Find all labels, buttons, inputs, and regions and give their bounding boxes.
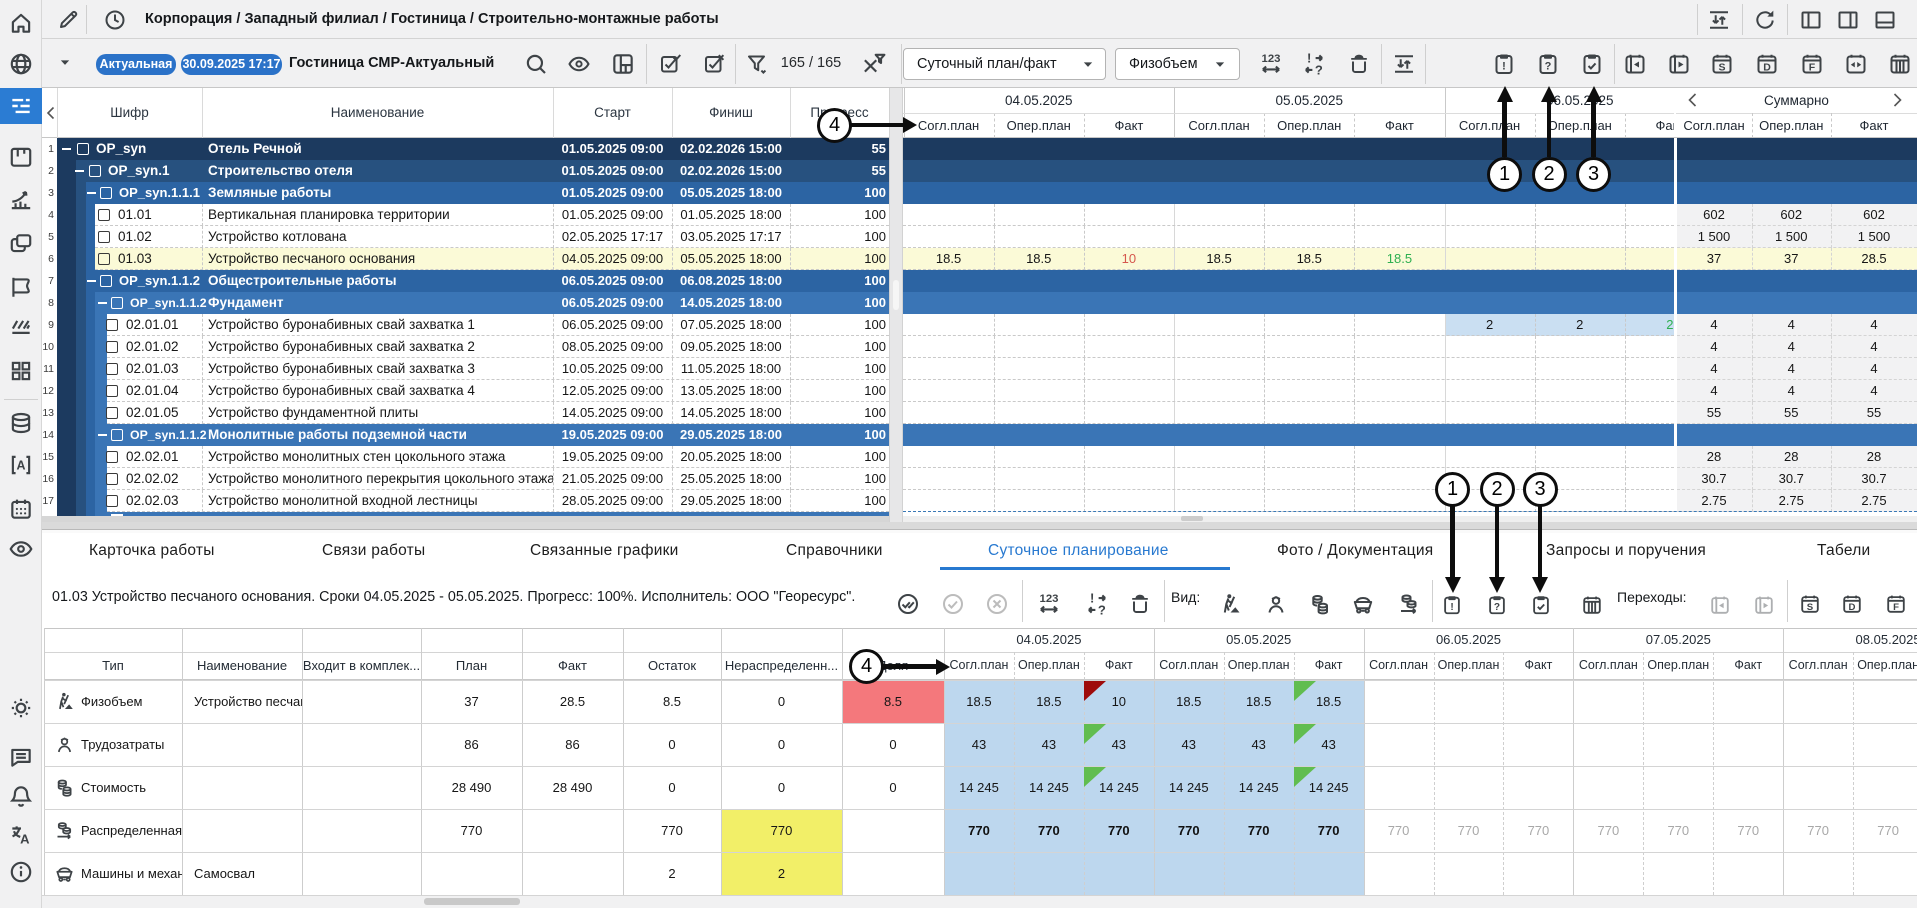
svg-text:!: ! bbox=[1307, 51, 1311, 65]
svg-text:!: ! bbox=[1090, 591, 1094, 605]
svg-text:!: ! bbox=[1450, 602, 1453, 613]
svg-text:?: ? bbox=[1315, 62, 1323, 77]
svg-text:F: F bbox=[1893, 602, 1899, 613]
svg-text:123: 123 bbox=[1040, 593, 1059, 605]
svg-text:S: S bbox=[1807, 602, 1814, 613]
svg-text:123: 123 bbox=[1262, 53, 1281, 65]
svg-text:D: D bbox=[1849, 602, 1856, 613]
svg-text:!: ! bbox=[1502, 61, 1506, 73]
svg-text:S: S bbox=[1718, 61, 1725, 73]
svg-text:?: ? bbox=[1545, 61, 1552, 73]
svg-text:A: A bbox=[20, 832, 30, 847]
svg-text:A: A bbox=[17, 459, 26, 473]
svg-text:?: ? bbox=[1494, 602, 1500, 613]
svg-text:F: F bbox=[1809, 61, 1816, 73]
svg-text:?: ? bbox=[1098, 602, 1106, 617]
svg-text:D: D bbox=[1763, 61, 1771, 73]
